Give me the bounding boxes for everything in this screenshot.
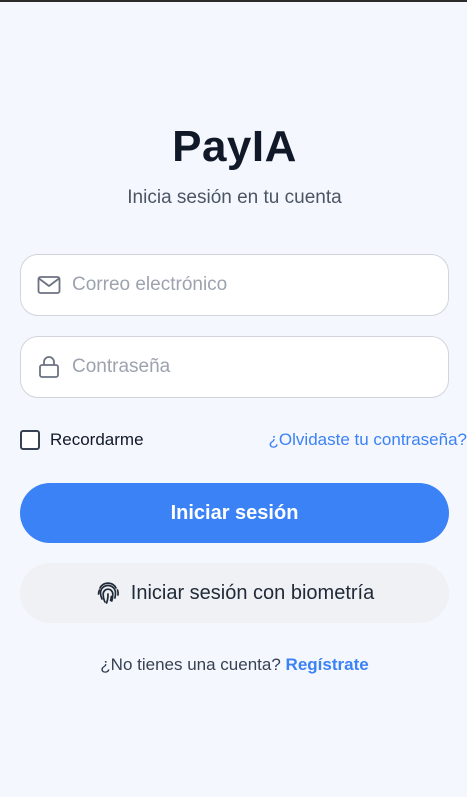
password-field[interactable] <box>20 336 449 398</box>
email-field[interactable] <box>20 254 449 316</box>
lock-icon <box>36 354 62 380</box>
password-input[interactable] <box>72 337 448 397</box>
options-row: Recordarme ¿Olvidaste tu contraseña? <box>20 428 467 452</box>
signup-row: ¿No tienes una cuenta? Regístrate <box>20 655 449 675</box>
signup-prompt: ¿No tienes una cuenta? <box>100 655 281 674</box>
fingerprint-icon <box>95 580 121 606</box>
remember-label: Recordarme <box>50 430 144 449</box>
signup-link[interactable]: Regístrate <box>286 655 369 674</box>
page-subtitle: Inicia sesión en tu cuenta <box>127 187 342 208</box>
mail-icon <box>36 272 62 298</box>
biometric-login-button[interactable]: Iniciar sesión con biometría <box>20 563 449 623</box>
app-title: PayIA <box>172 122 297 171</box>
top-border <box>0 0 467 2</box>
login-button[interactable]: Iniciar sesión <box>20 483 449 543</box>
remember-me[interactable]: Recordarme <box>20 430 144 450</box>
forgot-password-link[interactable]: ¿Olvidaste tu contraseña? <box>269 430 467 450</box>
biometric-label: Iniciar sesión con biometría <box>130 581 375 604</box>
email-input[interactable] <box>72 255 448 315</box>
remember-checkbox[interactable] <box>20 430 40 450</box>
